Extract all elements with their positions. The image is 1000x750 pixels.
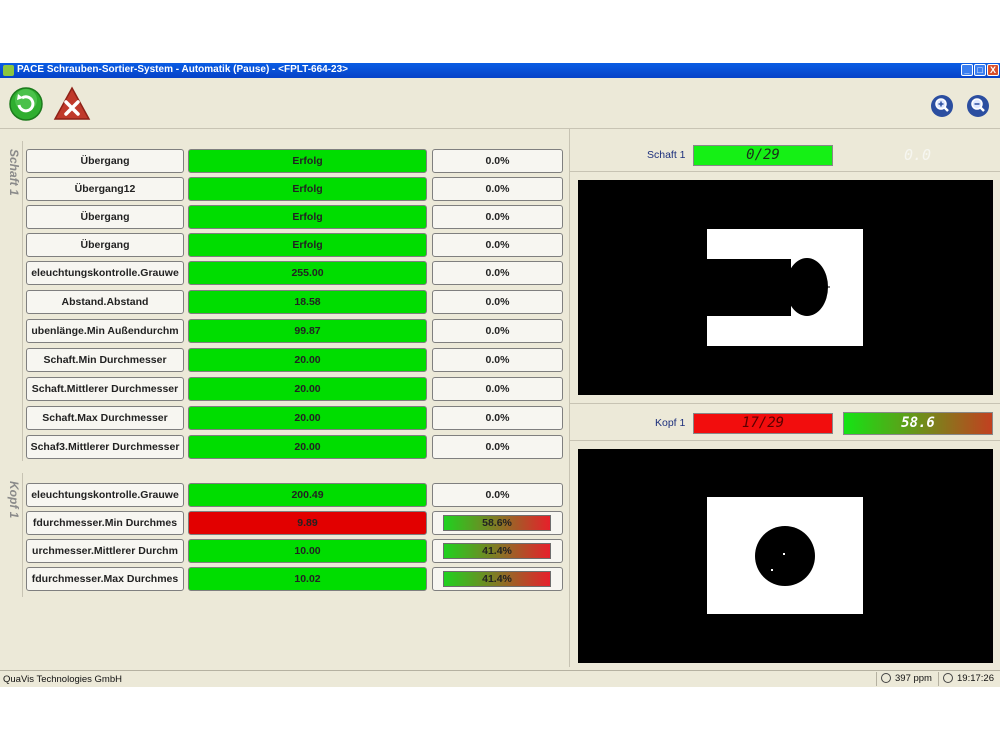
row-percent: 0.0% <box>432 319 563 343</box>
row-value: 99.87 <box>188 319 427 343</box>
row-name[interactable]: urchmesser.Mittlerer Durchm <box>26 539 184 563</box>
row-name[interactable]: Abstand.Abstand <box>26 290 184 314</box>
panel-divider-top <box>570 403 1000 404</box>
kopf-camera-view[interactable] <box>578 449 993 663</box>
window-title: PACE Schrauben-Sortier-System - Automati… <box>17 64 349 75</box>
rate-status: 397 ppm <box>876 672 939 686</box>
zoom-out-icon <box>967 95 989 117</box>
row-percent: 0.0% <box>432 290 563 314</box>
row-name[interactable]: ubenlänge.Min Außendurchm <box>26 319 184 343</box>
row-value: 18.58 <box>188 290 427 314</box>
percent-bar: 58.6% <box>443 515 551 531</box>
row-value: Erfolg <box>188 233 427 257</box>
header-divider <box>570 171 1000 172</box>
row-name[interactable]: Schaft.Mittlerer Durchmesser <box>26 377 184 401</box>
schaft-camera-view[interactable] <box>578 180 993 395</box>
percent-bar: 41.4% <box>443 543 551 559</box>
schaft-camera-image <box>707 229 863 346</box>
row-name[interactable]: Übergang <box>26 233 184 257</box>
row-percent: 0.0% <box>432 149 563 173</box>
clock-icon <box>943 673 953 683</box>
zoom-in-button[interactable] <box>930 94 954 123</box>
kopf-value-display: 58.6 <box>843 412 993 435</box>
kopf-counter-display: 17/29 <box>693 413 833 434</box>
row-percent: 0.0% <box>432 406 563 430</box>
row-value: 20.00 <box>188 377 427 401</box>
minimize-button[interactable]: _ <box>961 64 973 76</box>
application-window: PACE Schrauben-Sortier-System - Automati… <box>0 63 1000 687</box>
title-bar: PACE Schrauben-Sortier-System - Automati… <box>0 63 1000 78</box>
cancel-icon <box>53 86 91 120</box>
maximize-button[interactable]: □ <box>974 64 986 76</box>
time-status: 19:17:26 <box>938 672 999 686</box>
row-value: 10.02 <box>188 567 427 591</box>
schaft-counter-display: 0/29 <box>693 145 833 166</box>
row-percent: 0.0% <box>432 377 563 401</box>
row-name[interactable]: eleuchtungskontrolle.Grauwe <box>26 261 184 285</box>
header-divider <box>570 440 1000 441</box>
row-percent: 0.0% <box>432 348 563 372</box>
row-name[interactable]: fdurchmesser.Max Durchmes <box>26 567 184 591</box>
kopf-section-label: Kopf 1 <box>7 481 21 519</box>
row-percent: 0.0% <box>432 233 563 257</box>
time-value: 19:17:26 <box>957 673 994 684</box>
kopf-camera-image <box>707 497 863 614</box>
kopf-panel-label: Kopf 1 <box>655 417 686 429</box>
row-percent: 0.0% <box>432 435 563 459</box>
zoom-out-button[interactable] <box>966 94 990 123</box>
schaft-value-display: 0.0 <box>904 146 932 164</box>
row-value: 20.00 <box>188 348 427 372</box>
row-name[interactable]: Übergang <box>26 205 184 229</box>
refresh-button[interactable] <box>8 86 44 127</box>
refresh-icon <box>9 87 43 121</box>
row-value: Erfolg <box>188 149 427 173</box>
row-value: 20.00 <box>188 435 427 459</box>
row-value: 200.49 <box>188 483 427 507</box>
row-percent: 0.0% <box>432 205 563 229</box>
panel-divider <box>569 129 570 667</box>
status-bar: QuaVis Technologies GmbH 397 ppm 19:17:2… <box>0 670 1000 688</box>
row-percent: 0.0% <box>432 483 563 507</box>
cancel-button[interactable] <box>53 86 91 127</box>
row-value: Erfolg <box>188 177 427 201</box>
kopf-section-divider <box>22 473 23 597</box>
company-name: QuaVis Technologies GmbH <box>3 674 122 685</box>
row-percent: 41.4% <box>432 567 563 591</box>
row-percent: 58.6% <box>432 511 563 535</box>
row-percent: 41.4% <box>432 539 563 563</box>
zoom-in-icon <box>931 95 953 117</box>
row-value: 9.89 <box>188 511 427 535</box>
toolbar <box>0 78 1000 129</box>
gauge-icon <box>881 673 891 683</box>
row-percent: 0.0% <box>432 177 563 201</box>
percent-bar: 41.4% <box>443 571 551 587</box>
row-name[interactable]: Übergang <box>26 149 184 173</box>
app-icon <box>3 65 14 76</box>
row-name[interactable]: fdurchmesser.Min Durchmes <box>26 511 184 535</box>
row-name[interactable]: Schaft.Max Durchmesser <box>26 406 184 430</box>
schaft-section-divider <box>22 141 23 461</box>
row-name[interactable]: eleuchtungskontrolle.Grauwe <box>26 483 184 507</box>
row-value: 10.00 <box>188 539 427 563</box>
rate-value: 397 ppm <box>895 673 932 684</box>
row-name[interactable]: Schaf3.Mittlerer Durchmesser <box>26 435 184 459</box>
row-name[interactable]: Übergang12 <box>26 177 184 201</box>
row-percent: 0.0% <box>432 261 563 285</box>
schaft-panel-label: Schaft 1 <box>647 149 686 161</box>
row-name[interactable]: Schaft.Min Durchmesser <box>26 348 184 372</box>
schaft-section-label: Schaft 1 <box>7 149 21 196</box>
row-value: 20.00 <box>188 406 427 430</box>
row-value: Erfolg <box>188 205 427 229</box>
close-button[interactable]: X <box>987 64 999 76</box>
row-value: 255.00 <box>188 261 427 285</box>
